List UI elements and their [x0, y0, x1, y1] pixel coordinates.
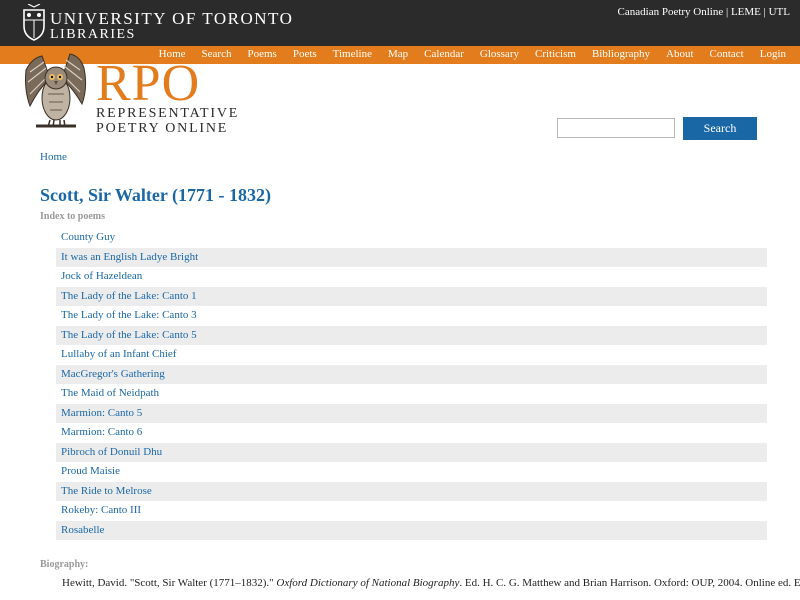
poem-list: County Guy It was an English Ladye Brigh…	[56, 228, 767, 540]
nav-timeline[interactable]: Timeline	[325, 46, 380, 64]
index-to-poems-label: Index to poems	[40, 211, 106, 222]
poem-link[interactable]: Rokeby: Canto III	[56, 501, 767, 521]
nav-items: Home Search Poems Poets Timeline Map Cal…	[151, 46, 794, 64]
poem-link[interactable]: The Ride to Melrose	[56, 481, 767, 501]
search-input[interactable]	[557, 118, 675, 138]
top-link-utl[interactable]: UTL	[769, 6, 790, 18]
top-link-leme[interactable]: LEME	[731, 6, 761, 18]
poem-link[interactable]: MacGregor's Gathering	[56, 364, 767, 384]
poem-link[interactable]: The Lady of the Lake: Canto 1	[56, 286, 767, 306]
nav-search[interactable]: Search	[194, 46, 240, 64]
nav-contact[interactable]: Contact	[702, 46, 752, 64]
biography-label: Biography:	[40, 559, 89, 570]
top-link-canadian-poetry-online[interactable]: Canadian Poetry Online	[618, 6, 724, 18]
top-links: Canadian Poetry Online | LEME | UTL	[618, 6, 790, 18]
poem-link[interactable]: Pibroch of Donuil Dhu	[56, 442, 767, 462]
nav-criticism[interactable]: Criticism	[527, 46, 584, 64]
poem-link[interactable]: The Lady of the Lake: Canto 5	[56, 325, 767, 345]
org-name-line2: LIBRARIES	[50, 27, 136, 42]
brand-title: RPO	[96, 55, 201, 112]
search-button[interactable]: Search	[683, 117, 757, 140]
nav-about[interactable]: About	[658, 46, 702, 64]
org-name-line1: UNIVERSITY OF TORONTO	[50, 9, 294, 28]
nav-map[interactable]: Map	[380, 46, 416, 64]
poem-link[interactable]: County Guy	[56, 228, 767, 248]
nav-login[interactable]: Login	[752, 46, 794, 64]
poem-link[interactable]: Proud Maisie	[56, 462, 767, 482]
brand-subtitle-line2: POETRY ONLINE	[96, 121, 229, 136]
citation-author-title: Hewitt, David. "Scott, Sir Walter (1771–…	[62, 577, 277, 589]
brand-subtitle-line1: REPRESENTATIVE	[96, 106, 240, 121]
nav-poets[interactable]: Poets	[285, 46, 325, 64]
page-title: Scott, Sir Walter (1771 - 1832)	[40, 185, 271, 205]
poem-link[interactable]: Marmion: Canto 5	[56, 403, 767, 423]
top-link-separator: |	[723, 6, 731, 18]
poem-link[interactable]: It was an English Ladye Bright	[56, 247, 767, 267]
nav-calendar[interactable]: Calendar	[416, 46, 472, 64]
uoft-libraries-logo[interactable]: UNIVERSITY OF TORONTO LIBRARIES	[22, 4, 292, 42]
poem-link[interactable]: Jock of Hazeldean	[56, 267, 767, 287]
nav-glossary[interactable]: Glossary	[472, 46, 527, 64]
poem-link[interactable]: The Lady of the Lake: Canto 3	[56, 306, 767, 326]
poem-link[interactable]: Rosabelle	[56, 520, 767, 540]
top-link-separator: |	[760, 6, 769, 18]
nav-bibliography[interactable]: Bibliography	[584, 46, 658, 64]
top-bar: UNIVERSITY OF TORONTO LIBRARIES Canadian…	[0, 0, 800, 46]
poem-link[interactable]: The Maid of Neidpath	[56, 384, 767, 404]
citation-source-title: Oxford Dictionary of National Biography	[276, 577, 460, 589]
citation-publication: . Ed. H. C. G. Matthew and Brian Harriso…	[459, 577, 800, 589]
crest-icon	[23, 4, 45, 41]
owl-logo-icon[interactable]	[22, 50, 88, 136]
biography-citation: Hewitt, David. "Scott, Sir Walter (1771–…	[62, 577, 800, 589]
poem-link[interactable]: Lullaby of an Infant Chief	[56, 345, 767, 365]
poem-link[interactable]: Marmion: Canto 6	[56, 423, 767, 443]
breadcrumb-home[interactable]: Home	[40, 151, 67, 163]
nav-poems[interactable]: Poems	[239, 46, 284, 64]
